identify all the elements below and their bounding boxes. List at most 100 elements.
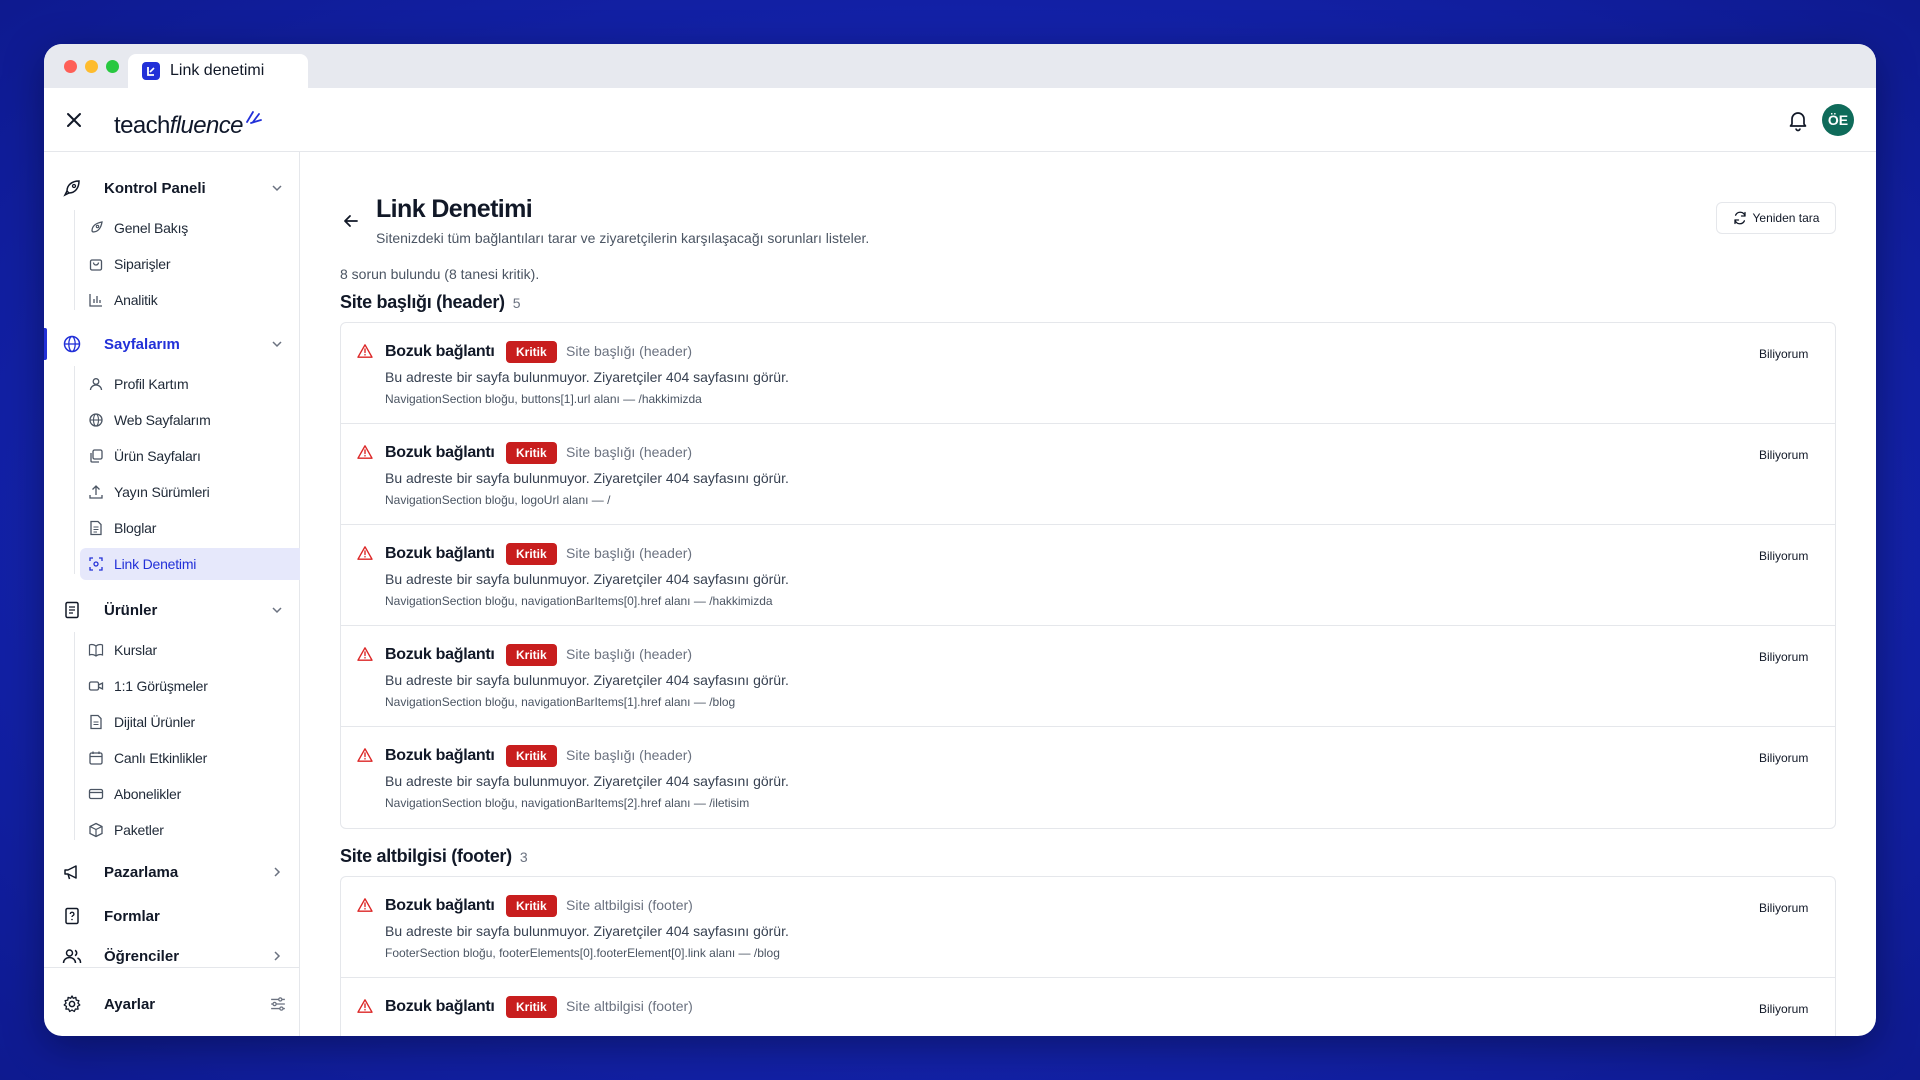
close-icon[interactable] (62, 108, 86, 132)
acknowledge-button[interactable]: Biliyorum (1759, 901, 1808, 915)
critical-badge: Kritik (506, 996, 557, 1018)
rescan-button[interactable]: Yeniden tara (1716, 202, 1836, 234)
user-icon (89, 378, 103, 391)
critical-badge: Kritik (506, 543, 557, 565)
issue-title: Bozuk bağlantı (385, 545, 495, 562)
issue-location: Site başlığı (header) (566, 444, 693, 460)
sidebar-item-link-denetimi[interactable]: Link Denetimi (80, 548, 300, 580)
sidebar-group-pazarlama[interactable]: Pazarlama (44, 854, 300, 890)
sidebar-item-canli-etkinlikler[interactable]: Canlı Etkinlikler (80, 742, 300, 774)
sidebar-item-bloglar[interactable]: Bloglar (80, 512, 300, 544)
sidebar-item-analitik[interactable]: Analitik (80, 284, 300, 316)
sidebar-group-ogrenciler[interactable]: Öğrenciler (44, 938, 300, 974)
rescan-label: Yeniden tara (1752, 211, 1820, 225)
warning-triangle-icon (357, 546, 373, 560)
sidebar-item-genel-bakis[interactable]: Genel Bakış (80, 212, 300, 244)
sidebar-subtree-line (74, 632, 75, 840)
issue-description: Bu adreste bir sayfa bulunmuyor. Ziyaret… (385, 571, 789, 587)
issue-row: Bozuk bağlantı Kritik Site altbilgisi (f… (341, 978, 1835, 1036)
sidebar-item-label: Canlı Etkinlikler (114, 750, 208, 766)
sidebar-group-label: Pazarlama (104, 863, 179, 881)
sidebar-group-label: Ayarlar (104, 995, 156, 1013)
issue-title: Bozuk bağlantı (385, 343, 495, 360)
sidebar-item-urun-sayfalari[interactable]: Ürün Sayfaları (80, 440, 300, 472)
window-maximize-dot[interactable] (106, 60, 119, 73)
avatar[interactable]: ÖE (1822, 104, 1854, 136)
sidebar-group-label: Ürünler (104, 601, 158, 619)
sidebar-item-label: Analitik (114, 292, 158, 308)
sidebar-item-label: Link Denetimi (114, 556, 197, 572)
issue-description: Bu adreste bir sayfa bulunmuyor. Ziyaret… (385, 773, 789, 789)
globe-icon (89, 413, 103, 427)
issue-location: Site başlığı (header) (566, 646, 693, 662)
book-icon (88, 643, 104, 657)
acknowledge-button[interactable]: Biliyorum (1759, 448, 1808, 462)
sidebar-item-abonelikler[interactable]: Abonelikler (80, 778, 300, 810)
sidebar-item-label: Abonelikler (114, 786, 182, 802)
sidebar-group-ayarlar[interactable]: Ayarlar (44, 986, 300, 1022)
acknowledge-button[interactable]: Biliyorum (1759, 751, 1808, 765)
acknowledge-button[interactable]: Biliyorum (1759, 1002, 1808, 1016)
sidebar-item-label: Paketler (114, 822, 164, 838)
window-minimize-dot[interactable] (85, 60, 98, 73)
sidebar-item-label: Profil Kartım (114, 376, 189, 392)
sidebar-group-sayfalarim[interactable]: Sayfalarım (44, 326, 300, 362)
sidebar-group-formlar[interactable]: Formlar (44, 898, 300, 934)
acknowledge-button[interactable]: Biliyorum (1759, 650, 1808, 664)
sidebar-group-label: Öğrenciler (104, 947, 180, 965)
sidebar-item-dijital-urunler[interactable]: Dijital Ürünler (80, 706, 300, 738)
window-close-dot[interactable] (64, 60, 77, 73)
sidebar-item-web-sayfalarim[interactable]: Web Sayfalarım (80, 404, 300, 436)
warning-triangle-icon (357, 445, 373, 459)
issue-description: Bu adreste bir sayfa bulunmuyor. Ziyaret… (385, 672, 789, 688)
browser-tab[interactable]: Link denetimi (128, 54, 308, 88)
sidebar-item-siparisler[interactable]: Siparişler (80, 248, 300, 280)
sliders-icon[interactable] (270, 996, 286, 1012)
sidebar-item-label: Siparişler (114, 256, 171, 272)
logo-spark-icon (246, 111, 262, 124)
browser-tab-title: Link denetimi (170, 62, 265, 79)
acknowledge-button[interactable]: Biliyorum (1759, 347, 1808, 361)
warning-triangle-icon (357, 898, 373, 912)
sidebar-divider (44, 967, 300, 968)
chevron-down-icon (272, 185, 282, 192)
page-subtitle: Sitenizdeki tüm bağlantıları tarar ve zi… (376, 230, 870, 246)
issue-location: Site altbilgisi (footer) (566, 998, 693, 1014)
bar-chart-icon (89, 294, 102, 307)
back-arrow-icon[interactable] (342, 212, 360, 230)
sidebar-group-urunler[interactable]: Ürünler (44, 592, 300, 628)
issue-meta: NavigationSection bloğu, navigationBarIt… (385, 796, 750, 810)
teachfluence-logo[interactable]: teach fluence (114, 100, 263, 140)
section-header: Site başlığı (header) 5 (340, 292, 521, 313)
chevron-down-icon (272, 607, 282, 614)
shopping-bag-icon (89, 259, 103, 271)
sidebar-item-kurslar[interactable]: Kurslar (80, 634, 300, 666)
sidebar-item-paketler[interactable]: Paketler (80, 814, 300, 846)
file-list-icon (65, 601, 79, 619)
section-title: Site başlığı (header) (340, 292, 505, 312)
scan-icon (89, 557, 103, 571)
sidebar-item-yayin-surumleri[interactable]: Yayın Sürümleri (80, 476, 300, 508)
document-icon (90, 520, 102, 536)
sidebar-subtree-line (74, 210, 75, 310)
sidebar-item-gorusmeler[interactable]: 1:1 Görüşmeler (80, 670, 300, 702)
issue-location: Site başlığı (header) (566, 747, 693, 763)
gear-icon (63, 995, 81, 1013)
sidebar-item-label: 1:1 Görüşmeler (114, 678, 208, 694)
issues-summary: 8 sorun bulundu (8 tanesi kritik). (340, 266, 540, 282)
acknowledge-button[interactable]: Biliyorum (1759, 549, 1808, 563)
issue-title: Bozuk bağlantı (385, 998, 495, 1015)
main-content: Link Denetimi Sitenizdeki tüm bağlantıla… (300, 152, 1876, 1036)
section-count: 3 (519, 849, 528, 865)
critical-badge: Kritik (506, 745, 557, 767)
video-icon (88, 681, 104, 691)
issue-row: Bozuk bağlantı Kritik Site başlığı (head… (341, 626, 1835, 727)
sidebar-group-kontrol-paneli[interactable]: Kontrol Paneli (44, 170, 300, 206)
section-count: 5 (512, 295, 521, 311)
top-app-bar: teach fluence ÖE (44, 88, 1876, 152)
issue-meta: NavigationSection bloğu, navigationBarIt… (385, 594, 773, 608)
sidebar-item-profil-kartim[interactable]: Profil Kartım (80, 368, 300, 400)
bell-icon[interactable] (1786, 108, 1810, 132)
issue-description: Bu adreste bir sayfa bulunmuyor. Ziyaret… (385, 470, 789, 486)
issue-location: Site altbilgisi (footer) (566, 897, 693, 913)
